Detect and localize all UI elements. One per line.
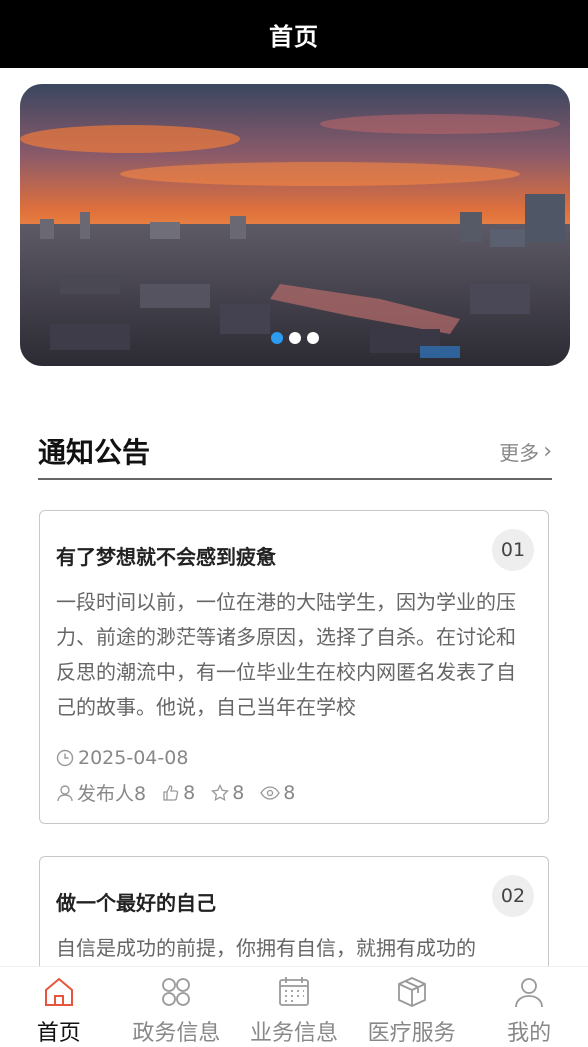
- tab-mine[interactable]: 我的: [470, 967, 588, 1047]
- user-icon: [57, 784, 73, 801]
- like-count[interactable]: 8: [162, 782, 195, 804]
- banner-image: [20, 84, 570, 366]
- tab-business-info[interactable]: 业务信息: [235, 967, 353, 1047]
- more-label: 更多: [499, 440, 540, 465]
- page-title: 首页: [269, 22, 319, 51]
- home-icon: [44, 977, 73, 1006]
- tab-label: 政务信息: [132, 1021, 221, 1046]
- carousel-indicators: [20, 332, 570, 344]
- clock-icon: [56, 749, 74, 767]
- like-count-text: 8: [183, 781, 196, 804]
- tab-medical-service[interactable]: 医疗服务: [353, 967, 471, 1047]
- notice-title: 有了梦想就不会感到疲惫: [56, 545, 276, 569]
- notice-index-badge: 02: [492, 875, 534, 917]
- notice-card[interactable]: 有了梦想就不会感到疲惫 01 一段时间以前，一位在港的大陆学生，因为学业的压力、…: [39, 510, 549, 824]
- notice-meta: 发布人8 8 8 8: [56, 779, 295, 806]
- notice-title: 做一个最好的自己: [56, 891, 216, 915]
- notice-summary: 自信是成功的前提，你拥有自信，就拥有成功的: [56, 936, 476, 960]
- chevron-right-icon: ›: [543, 438, 552, 464]
- tab-government-info[interactable]: 政务信息: [118, 967, 236, 1047]
- eye-icon: [260, 785, 281, 800]
- view-count: 8: [260, 782, 295, 804]
- view-count-text: 8: [283, 781, 296, 804]
- tab-label: 我的: [507, 1021, 552, 1046]
- date-text: 2025-04-08: [78, 747, 189, 769]
- notice-index-badge: 01: [492, 529, 534, 571]
- bottom-tab-bar: 首页 政务信息 业务信息 医疗服务 我的: [0, 966, 588, 1047]
- favorite-count-text: 8: [232, 781, 245, 804]
- section-title: 通知公告: [38, 436, 151, 469]
- tab-label: 业务信息: [249, 1021, 338, 1046]
- top-bar: 首页: [0, 0, 588, 68]
- calendar-icon: [279, 977, 309, 1006]
- carousel-dot[interactable]: [271, 332, 283, 344]
- more-link[interactable]: 更多 ›: [499, 437, 552, 466]
- publisher-text: 发布人8: [77, 783, 147, 805]
- box-icon: [397, 977, 426, 1007]
- tab-label: 医疗服务: [367, 1021, 456, 1046]
- notice-summary: 一段时间以前，一位在港的大陆学生，因为学业的压力、前途的渺茫等诸多原因，选择了自…: [56, 590, 516, 719]
- grid-circles-icon: [162, 978, 191, 1006]
- star-icon: [211, 783, 230, 801]
- thumbs-up-icon: [163, 784, 179, 801]
- banner-carousel[interactable]: [20, 84, 570, 366]
- user-icon: [515, 978, 544, 1008]
- tab-home[interactable]: 首页: [0, 967, 118, 1047]
- favorite-count[interactable]: 8: [211, 782, 244, 804]
- tab-label: 首页: [36, 1021, 81, 1046]
- notice-section-header: 通知公告 更多 ›: [38, 424, 552, 480]
- carousel-dot[interactable]: [307, 332, 319, 344]
- notice-date: 2025-04-08: [56, 747, 188, 769]
- publisher: 发布人8: [56, 779, 146, 806]
- carousel-dot[interactable]: [289, 332, 301, 344]
